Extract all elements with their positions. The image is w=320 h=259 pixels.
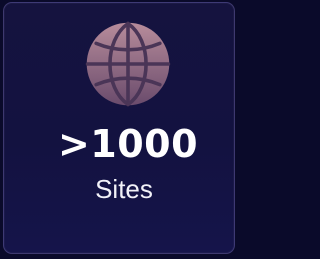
globe-icon <box>85 21 171 107</box>
sites-stat-card: >1000 Sites <box>3 2 235 254</box>
stat-value: >1000 <box>57 122 199 166</box>
stat-label: Sites <box>95 174 153 204</box>
